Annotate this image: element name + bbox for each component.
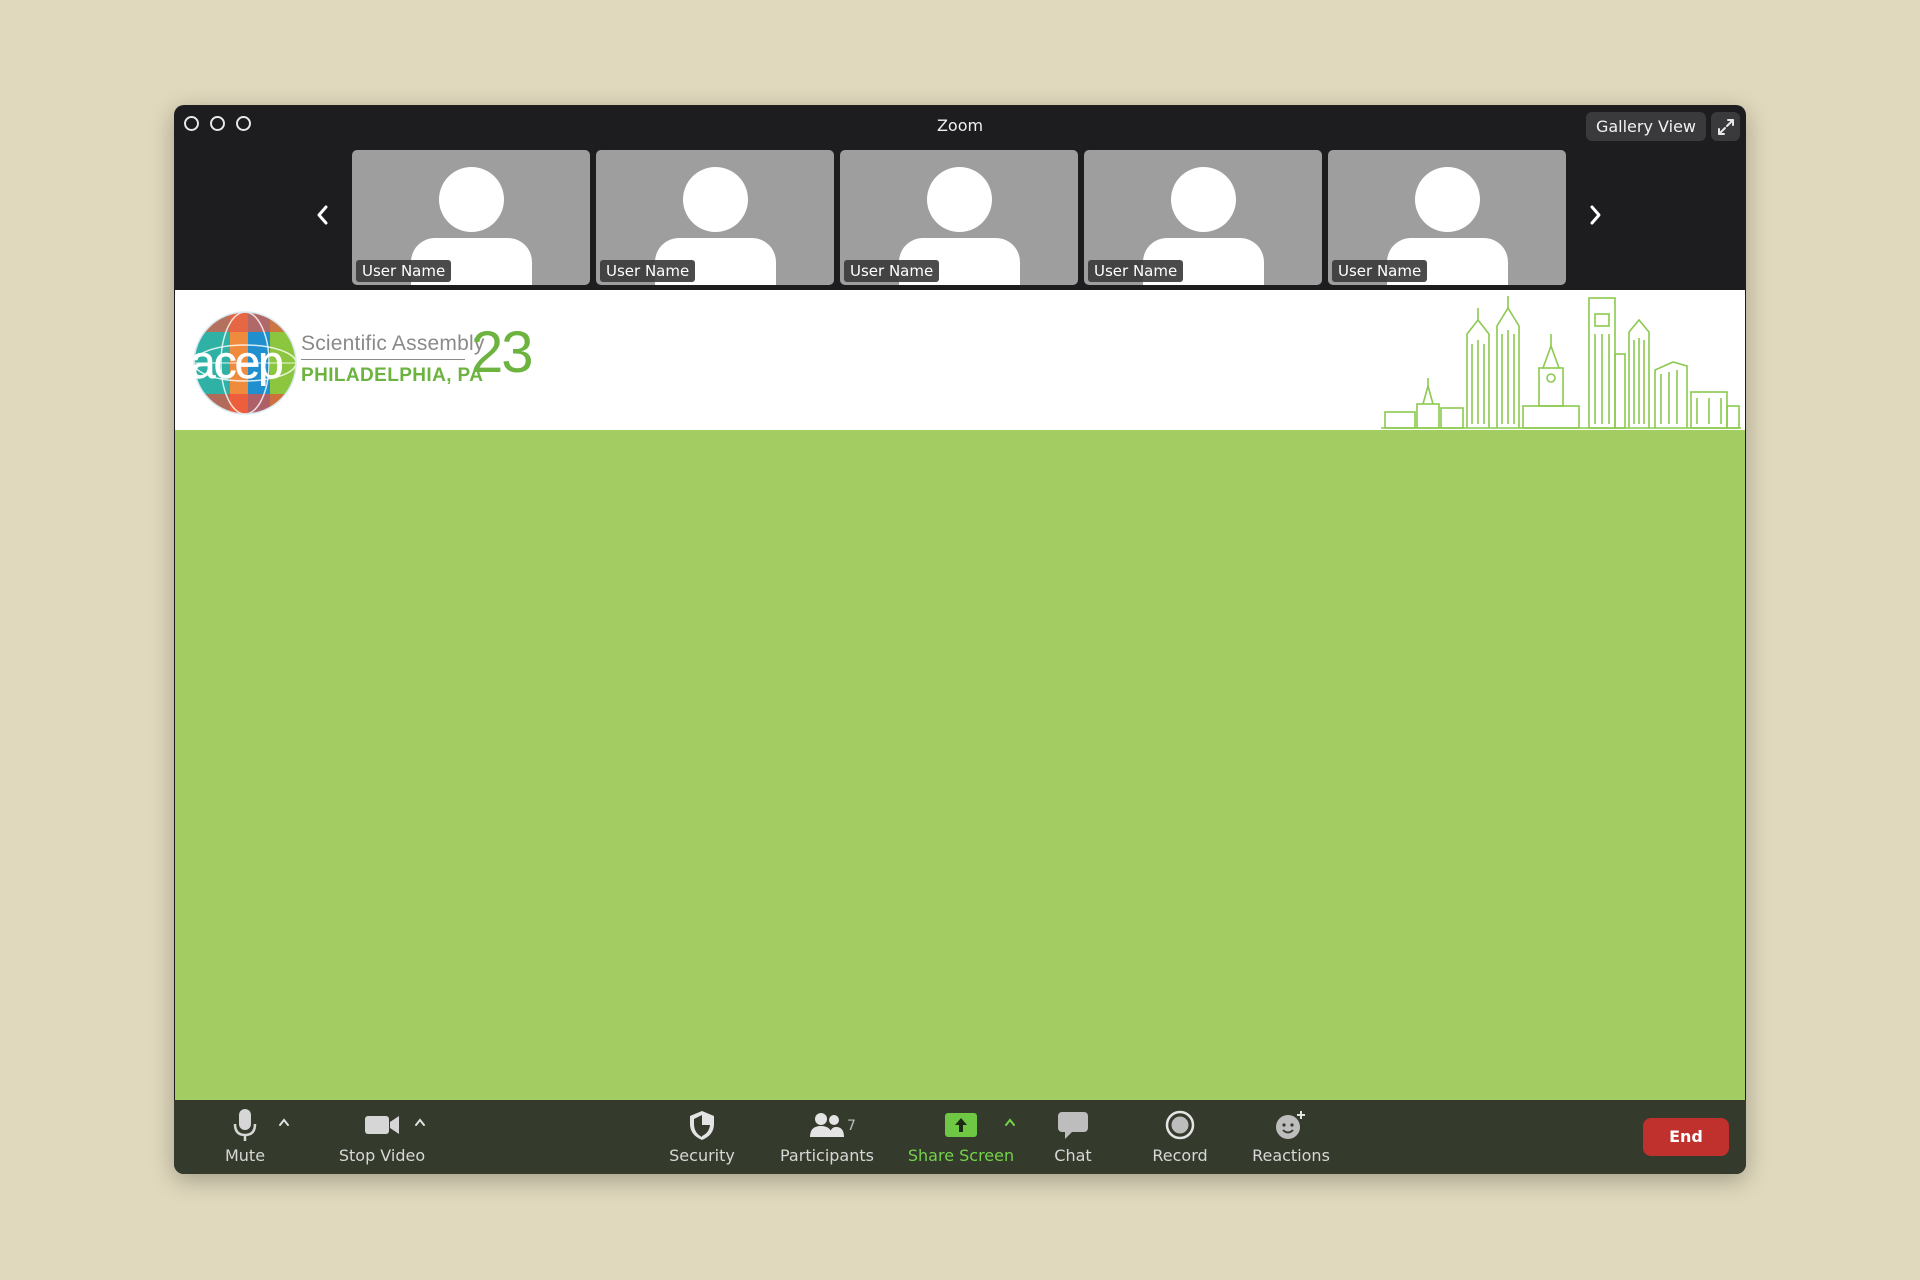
share-screen-button[interactable]: Share Screen bbox=[902, 1106, 1020, 1165]
assembly-year: 23 bbox=[471, 320, 533, 385]
chevron-left-icon bbox=[317, 205, 328, 225]
previous-page-button[interactable] bbox=[310, 200, 334, 230]
participant-name: User Name bbox=[844, 260, 940, 282]
avatar-head bbox=[1171, 167, 1236, 232]
title-bar: Zoom Gallery View bbox=[174, 105, 1746, 145]
participant-name: User Name bbox=[356, 260, 452, 282]
avatar-head bbox=[439, 167, 504, 232]
next-page-button[interactable] bbox=[1584, 200, 1608, 230]
audio-options-caret-icon[interactable] bbox=[277, 1116, 291, 1128]
svg-text:acep: acep bbox=[190, 340, 282, 386]
record-label: Record bbox=[1152, 1146, 1208, 1165]
meeting-toolbar: Mute Stop Video Security Participants 7 … bbox=[174, 1100, 1746, 1174]
event-banner: acep Scientific Assembly PHILADELPHIA, P… bbox=[175, 290, 1745, 430]
end-meeting-button[interactable]: End bbox=[1643, 1118, 1729, 1156]
share-screen-icon bbox=[945, 1113, 977, 1137]
assembly-location: PHILADELPHIA, PA bbox=[301, 365, 484, 386]
participants-button[interactable]: Participants bbox=[772, 1106, 882, 1165]
video-options-caret-icon[interactable] bbox=[413, 1116, 427, 1128]
share-screen-label: Share Screen bbox=[907, 1146, 1015, 1165]
participant-tile[interactable]: User Name bbox=[1084, 150, 1322, 285]
participant-strip: User Name User Name User Name User Name … bbox=[174, 150, 1746, 285]
microphone-icon bbox=[233, 1109, 257, 1141]
participant-tile[interactable]: User Name bbox=[352, 150, 590, 285]
security-label: Security bbox=[669, 1146, 735, 1165]
share-options-caret-icon[interactable] bbox=[1003, 1116, 1017, 1128]
acep-wordmark: acep bbox=[190, 340, 285, 386]
participant-tile[interactable]: User Name bbox=[840, 150, 1078, 285]
mute-label: Mute bbox=[224, 1146, 266, 1165]
record-button[interactable]: Record bbox=[1140, 1106, 1220, 1165]
assembly-title-block: Scientific Assembly PHILADELPHIA, PA bbox=[301, 332, 485, 387]
chevron-right-icon bbox=[1590, 205, 1601, 225]
chat-label: Chat bbox=[1054, 1146, 1092, 1165]
participants-icon bbox=[810, 1113, 844, 1137]
chat-button[interactable]: Chat bbox=[1038, 1106, 1108, 1165]
mute-button[interactable]: Mute bbox=[218, 1106, 272, 1165]
avatar-head bbox=[683, 167, 748, 232]
zoom-window: Zoom Gallery View User Name User Name Us… bbox=[174, 105, 1746, 1174]
video-camera-icon bbox=[365, 1116, 399, 1134]
expand-icon bbox=[1717, 118, 1734, 135]
security-button[interactable]: Security bbox=[662, 1106, 742, 1165]
participant-name: User Name bbox=[600, 260, 696, 282]
participant-name: User Name bbox=[1088, 260, 1184, 282]
shared-content-area: acep Scientific Assembly PHILADELPHIA, P… bbox=[175, 290, 1745, 1100]
stop-video-button[interactable]: Stop Video bbox=[322, 1106, 442, 1165]
record-icon bbox=[1165, 1110, 1195, 1140]
fullscreen-button[interactable] bbox=[1711, 112, 1740, 141]
participant-tile[interactable]: User Name bbox=[1328, 150, 1566, 285]
chat-bubble-icon bbox=[1058, 1112, 1088, 1139]
city-skyline-illustration bbox=[1381, 296, 1741, 429]
window-title: Zoom bbox=[936, 116, 984, 135]
participant-tile[interactable]: User Name bbox=[596, 150, 834, 285]
participant-name: User Name bbox=[1332, 260, 1428, 282]
gallery-view-button[interactable]: Gallery View bbox=[1585, 112, 1706, 141]
reactions-label: Reactions bbox=[1252, 1146, 1330, 1165]
shield-icon bbox=[690, 1111, 714, 1140]
avatar-head bbox=[927, 167, 992, 232]
reaction-smiley-icon bbox=[1276, 1111, 1305, 1139]
participant-count: 7 bbox=[847, 1118, 856, 1134]
stop-video-label: Stop Video bbox=[338, 1146, 426, 1165]
participants-label: Participants bbox=[780, 1146, 874, 1165]
reactions-button[interactable]: Reactions bbox=[1242, 1106, 1340, 1165]
avatar-head bbox=[1415, 167, 1480, 232]
assembly-subtitle: Scientific Assembly bbox=[301, 332, 485, 355]
title-divider bbox=[301, 359, 465, 360]
